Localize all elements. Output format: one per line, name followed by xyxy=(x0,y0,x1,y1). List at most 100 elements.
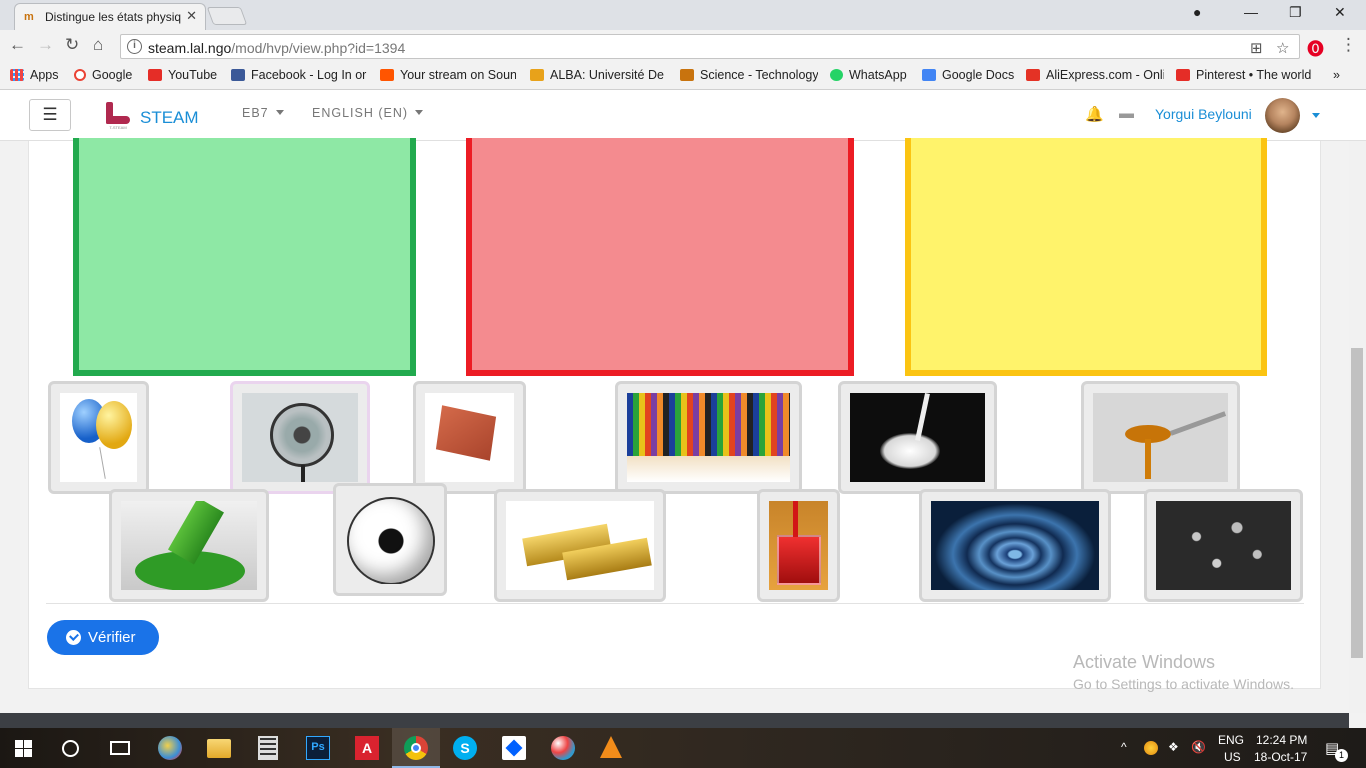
bookmark-google-docs[interactable]: Google Docs xyxy=(922,68,1014,82)
steam-logo-icon[interactable]: T-STEAM xyxy=(103,102,131,130)
vertical-scrollbar[interactable] xyxy=(1349,141,1366,713)
draggable-water-drop[interactable] xyxy=(919,489,1111,602)
draggable-green-paint[interactable] xyxy=(109,489,269,602)
bookmark-aliexpress[interactable]: AliExpress.com - Onli xyxy=(1026,68,1164,82)
calculator-icon[interactable] xyxy=(258,736,278,760)
forward-arrow-icon[interactable]: → xyxy=(37,35,54,55)
language-menu[interactable]: ENGLISH (EN) xyxy=(312,106,424,120)
watermark-line1: Activate Windows xyxy=(1073,652,1216,672)
drop-zone-yellow[interactable] xyxy=(905,138,1267,376)
chevron-down-icon xyxy=(415,110,424,115)
bookmark-soundcloud[interactable]: Your stream on Sound xyxy=(380,68,516,82)
draggable-colored-pencils[interactable] xyxy=(615,381,802,494)
notification-bell-icon[interactable]: 🔔 xyxy=(1085,105,1104,123)
paint-app-icon[interactable] xyxy=(158,736,182,760)
draggable-brick[interactable] xyxy=(413,381,526,494)
reload-icon[interactable]: ↻ xyxy=(65,35,79,55)
dropbox-icon[interactable] xyxy=(502,736,526,760)
honey-spoon-image xyxy=(1093,393,1228,482)
url-text[interactable]: steam.lal.ngo/mod/hvp/view.php?id=1394 xyxy=(148,40,405,56)
site-favicon-icon: m xyxy=(24,11,34,23)
windows-activation-watermark: Activate Windows Go to Settings to activ… xyxy=(1073,652,1294,692)
water-drop-image xyxy=(931,501,1099,590)
dropbox-tray-icon[interactable]: ❖ xyxy=(1168,740,1179,754)
drawer-toggle-button[interactable]: ☰ xyxy=(29,99,71,131)
volume-muted-icon[interactable]: 🔇 xyxy=(1191,740,1206,754)
messages-icon[interactable]: ▬ xyxy=(1119,105,1134,122)
chrome-menu-icon[interactable]: ⋮ xyxy=(1340,35,1357,55)
brick-image xyxy=(425,393,514,482)
minimize-icon[interactable]: — xyxy=(1244,4,1258,20)
bookmark-label: Your stream on Sound xyxy=(400,68,516,82)
bookmark-whatsapp[interactable]: WhatsApp xyxy=(830,68,907,82)
chrome-icon[interactable] xyxy=(404,736,428,760)
google-docs-icon xyxy=(922,69,936,81)
drop-zone-green[interactable] xyxy=(73,138,416,376)
bookmark-pinterest[interactable]: Pinterest • The world xyxy=(1176,68,1314,82)
vlc-icon[interactable] xyxy=(600,736,622,758)
input-language[interactable]: ENG xyxy=(1218,733,1244,747)
user-name[interactable]: Yorgui Beylouni xyxy=(1155,106,1252,122)
restore-icon[interactable]: ❐ xyxy=(1289,4,1302,21)
clock-date[interactable]: 18-Oct-17 xyxy=(1254,750,1307,764)
draggable-gold-bars[interactable] xyxy=(494,489,666,602)
draggable-fan[interactable] xyxy=(230,381,370,494)
check-answers-button[interactable]: Vérifier xyxy=(47,620,159,655)
bookmark-alba[interactable]: ALBA: Université De B xyxy=(530,68,668,82)
aliexpress-icon xyxy=(1026,69,1040,81)
clock-time[interactable]: 12:24 PM xyxy=(1256,733,1307,747)
cortana-search-icon[interactable] xyxy=(62,740,79,757)
avatar[interactable] xyxy=(1265,98,1300,133)
draggable-honey-spoon[interactable] xyxy=(1081,381,1240,494)
soundcloud-icon xyxy=(380,69,394,81)
bookmark-apps[interactable]: Apps xyxy=(10,68,59,82)
translate-icon[interactable]: ⊞ xyxy=(1250,39,1263,57)
user-menu-chevron-icon[interactable] xyxy=(1312,113,1320,118)
more-bookmarks-icon[interactable]: » xyxy=(1333,68,1340,82)
photoshop-icon[interactable]: Ps xyxy=(306,736,330,760)
close-window-icon[interactable]: ✕ xyxy=(1334,4,1346,21)
pinterest-extension-icon[interactable]: ⓿ xyxy=(1307,35,1324,60)
new-tab-button[interactable] xyxy=(206,7,248,25)
task-view-icon[interactable] xyxy=(110,741,130,755)
scrollbar-thumb[interactable] xyxy=(1351,348,1363,658)
browser-tab[interactable]: m Distingue les états physiq ✕ xyxy=(14,3,206,30)
bookmark-science[interactable]: Science - Technology xyxy=(680,68,818,82)
youtube-icon xyxy=(148,69,162,81)
close-tab-icon[interactable]: ✕ xyxy=(186,8,197,24)
profile-icon[interactable]: ● xyxy=(1193,4,1201,20)
home-icon[interactable]: ⌂ xyxy=(93,35,103,55)
site-brand[interactable]: STEAM xyxy=(140,108,199,128)
draggable-red-drink-glass[interactable] xyxy=(757,489,840,602)
screws-nuts-image xyxy=(1156,501,1291,590)
tray-app-icon[interactable] xyxy=(1144,741,1158,755)
windows-start-icon[interactable] xyxy=(15,740,32,757)
drop-zone-red[interactable] xyxy=(466,138,854,376)
draggable-milk-splash[interactable] xyxy=(838,381,997,494)
paint-brush-app-icon[interactable] xyxy=(551,736,575,760)
bookmark-youtube[interactable]: YouTube xyxy=(148,68,217,82)
bookmark-google[interactable]: Google xyxy=(74,68,132,82)
show-hidden-icons-icon[interactable]: ^ xyxy=(1121,740,1127,754)
autocad-icon[interactable]: A xyxy=(355,736,379,760)
bookmark-label: Google xyxy=(92,68,133,82)
back-arrow-icon[interactable]: ← xyxy=(9,35,26,55)
alba-icon xyxy=(530,69,544,81)
bookmark-facebook[interactable]: Facebook - Log In or xyxy=(231,68,369,82)
site-info-icon[interactable]: i xyxy=(127,39,142,54)
file-explorer-icon[interactable] xyxy=(207,739,231,758)
draggable-soccer-ball[interactable] xyxy=(333,483,447,596)
bookmark-star-icon[interactable]: ☆ xyxy=(1276,39,1289,57)
input-region[interactable]: US xyxy=(1224,750,1241,764)
check-button-label: Vérifier xyxy=(88,629,136,646)
skype-icon[interactable]: S xyxy=(453,736,477,760)
course-menu[interactable]: EB7 xyxy=(242,106,284,120)
milk-splash-image xyxy=(850,393,985,482)
draggable-balloons[interactable] xyxy=(48,381,149,494)
address-bar[interactable]: i steam.lal.ngo/mod/hvp/view.php?id=1394… xyxy=(120,34,1300,59)
tab-title: Distingue les états physiq xyxy=(45,10,182,24)
bookmark-label: Facebook - Log In or xyxy=(251,68,367,82)
browser-toolbar: ← → ↻ ⌂ i steam.lal.ngo/mod/hvp/view.php… xyxy=(0,30,1366,63)
draggable-screws-nuts[interactable] xyxy=(1144,489,1303,602)
watermark-line2: Go to Settings to activate Windows. xyxy=(1073,676,1294,692)
